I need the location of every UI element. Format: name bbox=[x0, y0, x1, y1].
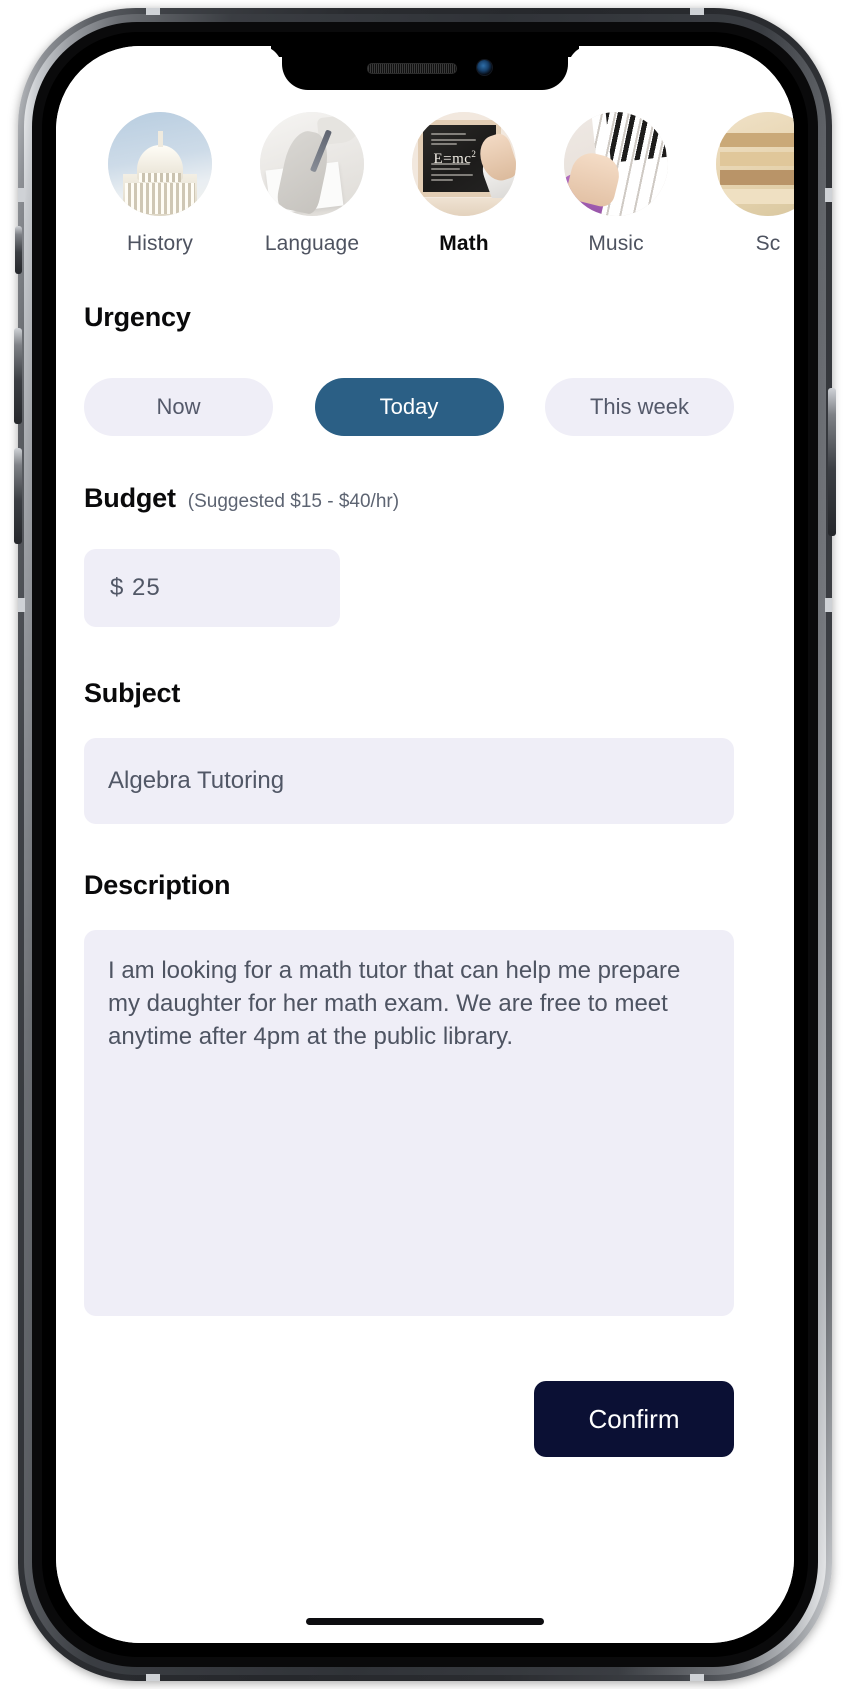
home-indicator[interactable] bbox=[306, 1618, 544, 1625]
category-label-music: Music bbox=[588, 232, 644, 255]
category-item-math[interactable]: E=mc2 Math bbox=[388, 112, 540, 256]
antenna-line-right-upper bbox=[825, 188, 832, 202]
volume-down-button[interactable] bbox=[14, 448, 22, 544]
urgency-heading: Urgency bbox=[84, 302, 191, 332]
category-label-history: History bbox=[126, 232, 194, 255]
phone-screen: History Language E=mc2 Math Music Sc Urg… bbox=[56, 46, 794, 1643]
antenna-line-bottom-left bbox=[146, 1674, 160, 1681]
category-label-language: Language bbox=[264, 232, 360, 255]
budget-suggestion: (Suggested $15 - $40/hr) bbox=[187, 491, 400, 512]
antenna-line-right-lower bbox=[825, 598, 832, 612]
category-item-language[interactable]: Language bbox=[236, 112, 388, 256]
budget-heading-row: Budget (Suggested $15 - $40/hr) bbox=[84, 483, 399, 514]
antenna-line-bottom-right bbox=[690, 1674, 704, 1681]
antenna-line-top-left bbox=[146, 8, 160, 15]
power-button[interactable] bbox=[828, 388, 836, 536]
capitol-dome-thumbnail bbox=[108, 112, 212, 216]
subject-heading: Subject bbox=[84, 678, 181, 708]
front-camera-icon bbox=[477, 60, 492, 75]
speaker-grille-icon bbox=[367, 63, 457, 74]
volume-up-button[interactable] bbox=[14, 328, 22, 424]
display-notch bbox=[282, 46, 568, 90]
antenna-line-top-right bbox=[690, 8, 704, 15]
description-heading: Description bbox=[84, 870, 231, 900]
urgency-option-now[interactable]: Now bbox=[84, 378, 273, 436]
mute-switch[interactable] bbox=[15, 226, 22, 274]
category-item-science[interactable]: Sc bbox=[692, 112, 794, 256]
subject-input[interactable]: Algebra Tutoring bbox=[84, 738, 734, 824]
science-books-thumbnail bbox=[716, 112, 794, 216]
category-item-music[interactable]: Music bbox=[540, 112, 692, 256]
urgency-option-group: Now Today This week bbox=[84, 378, 734, 436]
category-item-history[interactable]: History bbox=[84, 112, 236, 256]
budget-heading: Budget bbox=[84, 483, 176, 513]
writing-hand-thumbnail bbox=[260, 112, 364, 216]
budget-input[interactable]: $ 25 bbox=[84, 549, 340, 627]
urgency-option-today[interactable]: Today bbox=[314, 378, 504, 436]
app-screen: History Language E=mc2 Math Music Sc Urg… bbox=[56, 46, 794, 1643]
antenna-line-left-upper bbox=[18, 188, 25, 202]
blackboard-emc2-thumbnail: E=mc2 bbox=[412, 112, 516, 216]
antenna-line-left-lower bbox=[18, 598, 25, 612]
phone-device: History Language E=mc2 Math Music Sc Urg… bbox=[14, 8, 836, 1681]
category-label-math: Math bbox=[439, 232, 489, 255]
category-carousel[interactable]: History Language E=mc2 Math Music Sc bbox=[56, 112, 794, 282]
category-label-science: Sc bbox=[755, 232, 781, 255]
description-textarea[interactable]: I am looking for a math tutor that can h… bbox=[84, 930, 734, 1316]
urgency-option-this-week[interactable]: This week bbox=[545, 378, 734, 436]
piano-keys-thumbnail bbox=[564, 112, 668, 216]
confirm-button[interactable]: Confirm bbox=[534, 1381, 734, 1457]
